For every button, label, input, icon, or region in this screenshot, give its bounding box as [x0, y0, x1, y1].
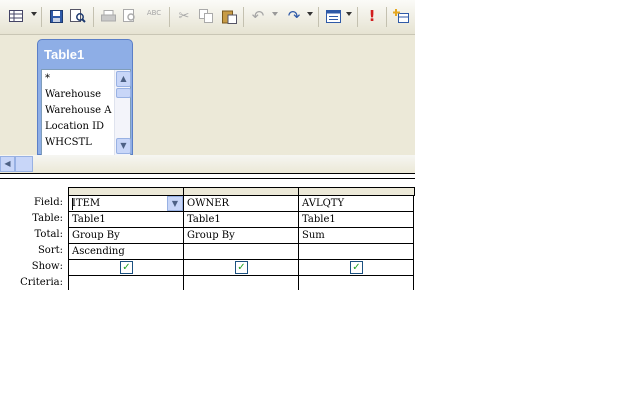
table-cell[interactable]: Table1 [184, 212, 298, 228]
toolbar: ABC ✂ ↶ ↷ ! [0, 0, 415, 35]
row-label-criteria: Criteria: [20, 277, 63, 288]
row-label-field: Field: [33, 197, 63, 208]
view-icon[interactable] [6, 5, 26, 27]
sort-cell[interactable] [299, 244, 413, 260]
row-label-total: Total: [34, 229, 63, 240]
query-design-window: ABC ✂ ↶ ↷ ! Table1 * Warehouse Warehouse… [0, 0, 415, 290]
row-label-sort: Sort: [37, 245, 63, 256]
field-list-scrollbar[interactable]: ▲ ▼ [114, 70, 131, 155]
run-label: ! [368, 7, 376, 25]
show-checkbox[interactable]: ✓ [120, 261, 133, 274]
table-pane-scrollbar[interactable]: ◀ [0, 155, 415, 172]
field-cell-item[interactable]: ITEM [69, 196, 167, 212]
table1-field-list-window[interactable]: Table1 * Warehouse Warehouse A Location … [37, 39, 133, 156]
field-list[interactable]: * Warehouse Warehouse A Location ID WHCS… [41, 69, 131, 156]
grid-line [413, 195, 414, 290]
query-type-dropdown-icon[interactable] [346, 12, 352, 16]
undo-dropdown-icon[interactable] [272, 12, 278, 16]
run-icon[interactable]: ! [362, 5, 382, 27]
column-selector-divider [298, 187, 299, 195]
text-cursor [72, 198, 73, 210]
toolbar-separator [93, 7, 94, 27]
toolbar-separator [357, 7, 358, 27]
list-item[interactable]: WHCSTL [45, 135, 92, 151]
toolbar-separator [318, 7, 319, 27]
toolbar-separator [41, 7, 42, 27]
grid-line [68, 275, 414, 276]
query-type-icon[interactable] [323, 5, 343, 27]
design-grid: Field: Table: Total: Sort: Show: Criteri… [0, 179, 415, 290]
table-cell[interactable]: Table1 [299, 212, 413, 228]
show-checkbox[interactable]: ✓ [350, 261, 363, 274]
table-pane: Table1 * Warehouse Warehouse A Location … [0, 35, 415, 156]
field-cell-owner[interactable]: OWNER [184, 196, 298, 212]
total-cell[interactable]: Group By [69, 228, 183, 244]
redo-icon[interactable]: ↷ [284, 5, 304, 27]
show-checkbox[interactable]: ✓ [235, 261, 248, 274]
scroll-down-icon[interactable]: ▼ [116, 138, 131, 154]
list-item[interactable]: Location ID [45, 119, 104, 135]
sort-cell[interactable] [184, 244, 298, 260]
scroll-left-icon[interactable]: ◀ [0, 156, 15, 172]
total-cell[interactable]: Sum [299, 228, 413, 244]
table-title: Table1 [44, 47, 85, 62]
undo-icon[interactable]: ↶ [248, 5, 268, 27]
find-icon[interactable] [68, 5, 88, 27]
print-preview-icon[interactable] [120, 5, 140, 27]
cut-icon[interactable]: ✂ [174, 5, 194, 27]
paste-icon[interactable] [219, 5, 239, 27]
print-icon[interactable] [98, 5, 118, 27]
spelling-label: ABC [146, 9, 162, 17]
toolbar-separator [243, 7, 244, 27]
toolbar-separator [169, 7, 170, 27]
table-cell[interactable]: Table1 [69, 212, 183, 228]
copy-icon[interactable] [196, 5, 216, 27]
scroll-thumb[interactable] [116, 88, 131, 98]
row-label-show: Show: [31, 261, 63, 272]
view-dropdown-icon[interactable] [31, 12, 37, 16]
scroll-thumb[interactable] [15, 156, 33, 172]
list-item[interactable]: Warehouse A [45, 103, 111, 119]
save-icon[interactable] [46, 5, 66, 27]
show-table-icon[interactable] [391, 5, 411, 27]
field-cell-avlqty[interactable]: AVLQTY [299, 196, 413, 212]
list-item[interactable]: * [45, 71, 50, 87]
sort-cell[interactable]: Ascending [69, 244, 183, 260]
redo-dropdown-icon[interactable] [307, 12, 313, 16]
column-selector-divider [183, 187, 184, 195]
spelling-icon[interactable]: ABC [144, 2, 164, 24]
chevron-down-icon[interactable]: ▼ [167, 196, 183, 211]
scroll-up-icon[interactable]: ▲ [116, 71, 131, 87]
list-item[interactable]: Warehouse [45, 87, 101, 103]
row-label-table: Table: [32, 213, 63, 224]
total-cell[interactable]: Group By [184, 228, 298, 244]
toolbar-separator [386, 7, 387, 27]
